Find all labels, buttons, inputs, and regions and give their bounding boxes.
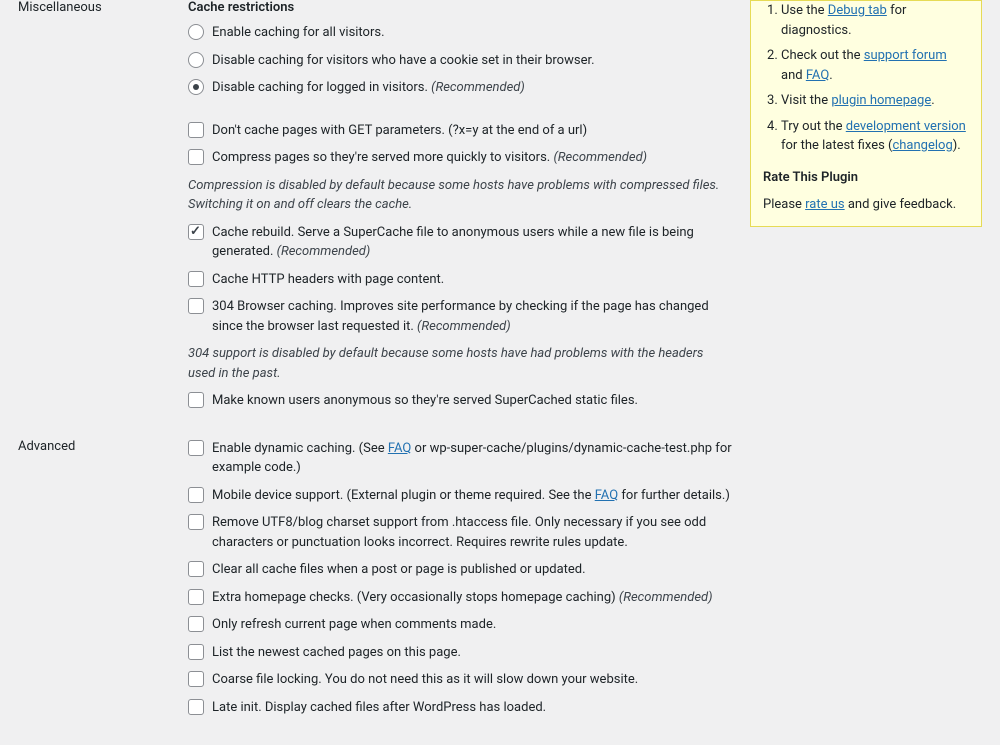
checkbox-utf8[interactable]: Remove UTF8/blog charset support from .h… (188, 513, 733, 552)
sidebar-box: Use the Debug tab for diagnostics. Check… (750, 0, 982, 227)
checkbox-homepage-input[interactable] (188, 589, 204, 605)
rate-text: Please rate us and give feedback. (763, 195, 969, 215)
checkbox-anonymous-label: Make known users anonymous so they're se… (212, 391, 733, 411)
checkbox-late-label: Late init. Display cached files after Wo… (212, 698, 733, 718)
faq-link[interactable]: FAQ (806, 68, 829, 83)
checkbox-refresh[interactable]: Only refresh current page when comments … (188, 615, 733, 635)
sidebar-item-debug: Use the Debug tab for diagnostics. (781, 1, 969, 40)
checkbox-get-params-input[interactable] (188, 122, 204, 138)
checkbox-coarse-input[interactable] (188, 671, 204, 687)
checkbox-homepage[interactable]: Extra homepage checks. (Very occasionall… (188, 588, 733, 608)
radio-enable-all-input[interactable] (188, 24, 204, 40)
checkbox-coarse[interactable]: Coarse file locking. You do not need thi… (188, 670, 733, 690)
checkbox-mobile-post: for further details.) (618, 488, 730, 503)
recommended-text: (Recommended) (619, 590, 713, 605)
checkbox-headers[interactable]: Cache HTTP headers with page content. (188, 270, 733, 290)
radio-enable-all-label: Enable caching for all visitors. (212, 23, 733, 43)
checkbox-304-input[interactable] (188, 298, 204, 314)
checkbox-mobile[interactable]: Mobile device support. (External plugin … (188, 486, 733, 506)
checkbox-clear-label: Clear all cache files when a post or pag… (212, 560, 733, 580)
faq-link[interactable]: FAQ (388, 441, 411, 456)
radio-disable-cookie-label: Disable caching for visitors who have a … (212, 51, 733, 71)
support-forum-link[interactable]: support forum (864, 48, 947, 63)
rate-heading: Rate This Plugin (763, 170, 969, 185)
recommended-text: (Recommended) (277, 244, 371, 259)
note-compression: Compression is disabled by default becau… (188, 176, 733, 215)
radio-disable-cookie-input[interactable] (188, 52, 204, 68)
checkbox-rebuild-input[interactable] (188, 224, 204, 240)
debug-tab-link[interactable]: Debug tab (828, 3, 887, 18)
checkbox-anonymous[interactable]: Make known users anonymous so they're se… (188, 391, 733, 411)
checkbox-dynamic-pre: Enable dynamic caching. (See (212, 441, 388, 456)
section-label-advanced: Advanced (0, 439, 188, 726)
recommended-text: (Recommended) (417, 319, 511, 334)
checkbox-refresh-input[interactable] (188, 616, 204, 632)
sidebar-item-homepage: Visit the plugin homepage. (781, 91, 969, 111)
checkbox-compress-label: Compress pages so they're served more qu… (212, 150, 550, 165)
recommended-text: (Recommended) (431, 80, 525, 95)
checkbox-headers-input[interactable] (188, 271, 204, 287)
plugin-homepage-link[interactable]: plugin homepage (831, 93, 931, 108)
checkbox-newest-label: List the newest cached pages on this pag… (212, 643, 733, 663)
sidebar-item-dev: Try out the development version for the … (781, 117, 969, 156)
checkbox-newest[interactable]: List the newest cached pages on this pag… (188, 643, 733, 663)
radio-disable-loggedin-label: Disable caching for logged in visitors. (212, 80, 428, 95)
development-version-link[interactable]: development version (846, 119, 966, 134)
checkbox-get-params-label: Don't cache pages with GET parameters. (… (212, 121, 733, 141)
checkbox-newest-input[interactable] (188, 644, 204, 660)
radio-disable-loggedin-input[interactable] (188, 79, 204, 95)
checkbox-utf8-label: Remove UTF8/blog charset support from .h… (212, 513, 733, 552)
sidebar-item-support: Check out the support forum and FAQ. (781, 46, 969, 85)
checkbox-refresh-label: Only refresh current page when comments … (212, 615, 733, 635)
checkbox-clear[interactable]: Clear all cache files when a post or pag… (188, 560, 733, 580)
checkbox-clear-input[interactable] (188, 561, 204, 577)
checkbox-rebuild[interactable]: Cache rebuild. Serve a SuperCache file t… (188, 223, 733, 262)
rate-us-link[interactable]: rate us (805, 197, 844, 212)
radio-disable-cookie[interactable]: Disable caching for visitors who have a … (188, 51, 733, 71)
radio-enable-all[interactable]: Enable caching for all visitors. (188, 23, 733, 43)
section-label-misc: Miscellaneous (0, 0, 188, 419)
checkbox-homepage-label: Extra homepage checks. (Very occasionall… (212, 590, 616, 605)
faq-link[interactable]: FAQ (595, 488, 618, 503)
cache-restrictions-heading: Cache restrictions (188, 0, 733, 15)
note-304: 304 support is disabled by default becau… (188, 344, 733, 383)
checkbox-dynamic[interactable]: Enable dynamic caching. (See FAQ or wp-s… (188, 439, 733, 478)
checkbox-mobile-pre: Mobile device support. (External plugin … (212, 488, 595, 503)
section-miscellaneous: Miscellaneous Cache restrictions Enable … (0, 0, 745, 439)
checkbox-dynamic-input[interactable] (188, 440, 204, 456)
checkbox-304[interactable]: 304 Browser caching. Improves site perfo… (188, 297, 733, 336)
checkbox-anonymous-input[interactable] (188, 392, 204, 408)
checkbox-compress-input[interactable] (188, 149, 204, 165)
checkbox-late[interactable]: Late init. Display cached files after Wo… (188, 698, 733, 718)
checkbox-coarse-label: Coarse file locking. You do not need thi… (212, 670, 733, 690)
checkbox-utf8-input[interactable] (188, 514, 204, 530)
sidebar-list: Use the Debug tab for diagnostics. Check… (763, 1, 969, 156)
section-advanced: Advanced Enable dynamic caching. (See FA… (0, 439, 745, 745)
recommended-text: (Recommended) (553, 150, 647, 165)
radio-disable-loggedin[interactable]: Disable caching for logged in visitors. … (188, 78, 733, 98)
checkbox-get-params[interactable]: Don't cache pages with GET parameters. (… (188, 121, 733, 141)
checkbox-headers-label: Cache HTTP headers with page content. (212, 270, 733, 290)
changelog-link[interactable]: changelog (892, 138, 952, 153)
checkbox-compress[interactable]: Compress pages so they're served more qu… (188, 148, 733, 168)
checkbox-late-input[interactable] (188, 699, 204, 715)
checkbox-mobile-input[interactable] (188, 487, 204, 503)
